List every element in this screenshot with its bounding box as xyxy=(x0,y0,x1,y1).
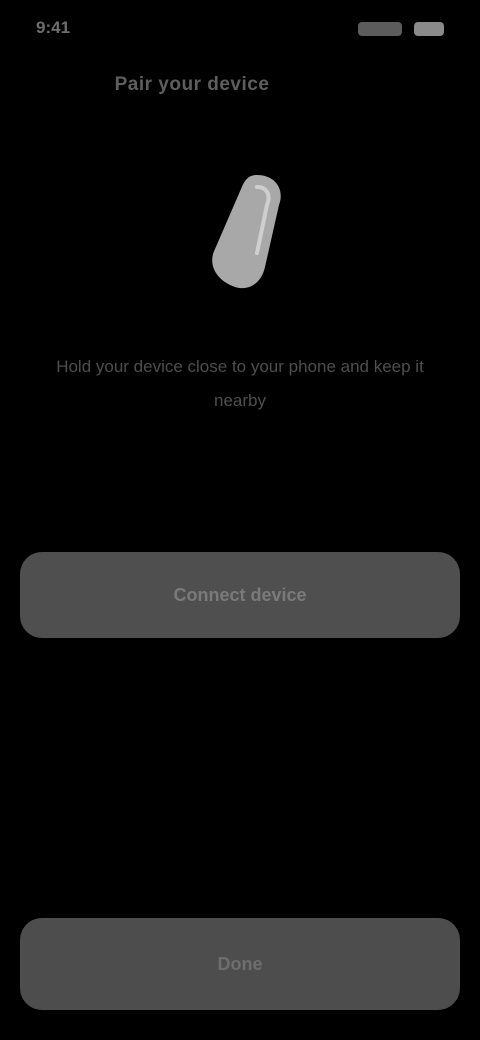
done-button[interactable]: Done xyxy=(20,918,460,1010)
pairing-screen: 9:41 Pair your device Hold your device c… xyxy=(0,0,480,1040)
device-icon xyxy=(212,175,281,289)
status-time: 9:41 xyxy=(36,18,71,37)
connect-device-button[interactable]: Connect device xyxy=(20,552,460,638)
battery-icon xyxy=(414,22,444,36)
signal-icon xyxy=(358,22,402,36)
status-icons xyxy=(348,20,444,40)
page-title: Pair your device xyxy=(114,74,270,95)
instruction-text: Hold your device close to your phone and… xyxy=(56,357,424,410)
status-bar: 9:41 xyxy=(36,14,444,46)
